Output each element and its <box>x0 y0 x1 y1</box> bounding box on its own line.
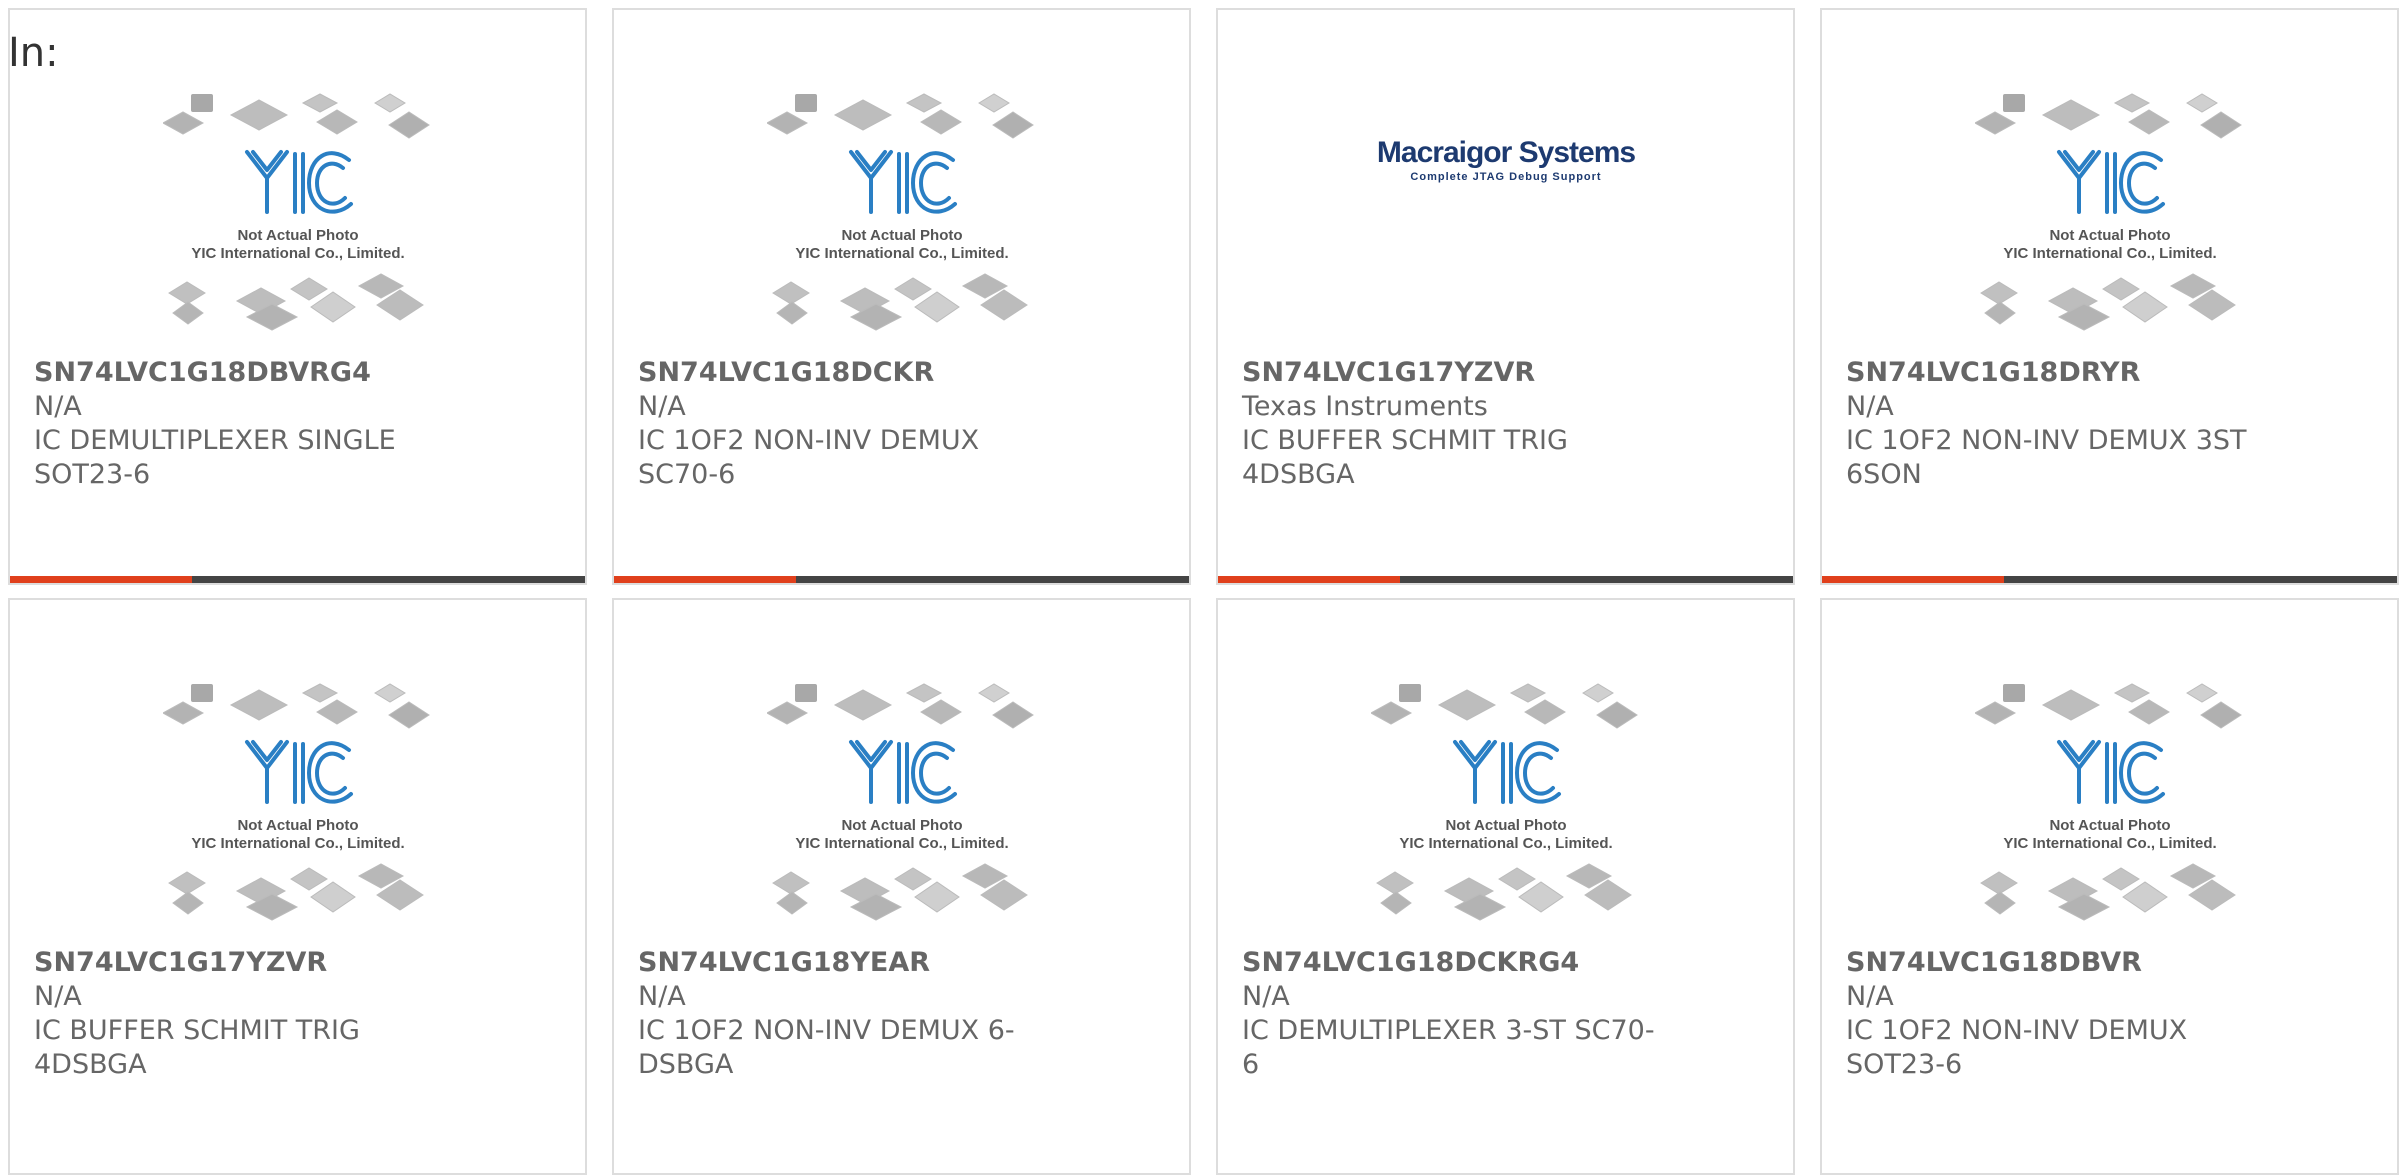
chip-cluster-icon <box>162 683 430 729</box>
chip-cluster-icon <box>1974 683 2242 729</box>
chip-cluster-icon <box>1979 273 2236 331</box>
macraigor-logo: Macraigor Systems Complete JTAG Debug Sup… <box>1376 136 1635 183</box>
macraigor-title: Macraigor Systems <box>1376 136 1634 169</box>
chip-cluster-icon <box>1370 683 1638 729</box>
product-photo[interactable]: Not Actual Photo YIC International Co., L… <box>1822 92 2397 362</box>
description: IC BUFFER SCHMIT TRIG 4DSBGA <box>1242 425 1568 490</box>
yic-mark-icon <box>244 150 353 214</box>
description: IC 1OF2 NON-INV DEMUX SOT23-6 <box>1846 1015 2188 1080</box>
part-number[interactable]: SN74LVC1G17YZVR <box>34 946 565 980</box>
description: IC 1OF2 NON-INV DEMUX 6-DSBGA <box>638 1015 1015 1080</box>
yic-mark-icon <box>2056 740 2165 804</box>
product-card[interactable]: Not Actual Photo YIC International Co., L… <box>612 8 1191 585</box>
product-photo[interactable]: Not Actual Photo YIC International Co., L… <box>10 682 585 952</box>
part-number[interactable]: SN74LVC1G18DCKRG4 <box>1242 946 1773 980</box>
card-bar <box>10 576 585 583</box>
product-card[interactable]: Not Actual Photo YIC International Co., L… <box>1820 8 2399 585</box>
not-actual-photo-text: Not Actual Photo <box>237 227 358 244</box>
yic-logo-placeholder: Not Actual PhotoYIC International Co., L… <box>1974 93 2242 331</box>
chip-cluster-icon <box>167 273 424 331</box>
company-text: YIC International Co., Limited. <box>2003 835 2216 852</box>
chip-cluster-icon <box>1375 863 1632 921</box>
product-card[interactable]: Not Actual Photo YIC International Co., L… <box>8 598 587 1175</box>
yic-logo-placeholder: Not Actual PhotoYIC International Co., L… <box>1974 683 2242 921</box>
company-text: YIC International Co., Limited. <box>795 835 1008 852</box>
company-text: YIC International Co., Limited. <box>2003 245 2216 262</box>
chip-cluster-icon <box>766 93 1034 139</box>
product-photo[interactable]: Not Actual Photo YIC International Co., L… <box>614 92 1189 362</box>
yic-mark-icon <box>2056 150 2165 214</box>
company-text: YIC International Co., Limited. <box>191 835 404 852</box>
company-text: YIC International Co., Limited. <box>1399 835 1612 852</box>
not-actual-photo-text: Not Actual Photo <box>1445 817 1566 834</box>
chip-cluster-icon <box>167 863 424 921</box>
company-text: YIC International Co., Limited. <box>191 245 404 262</box>
card-bar <box>1218 576 1793 583</box>
not-actual-photo-text: Not Actual Photo <box>2049 817 2170 834</box>
not-actual-photo-text: Not Actual Photo <box>841 227 962 244</box>
part-number[interactable]: SN74LVC1G18DBVR <box>1846 946 2377 980</box>
card-bar <box>1822 576 2397 583</box>
description: IC DEMULTIPLEXER SINGLE SOT23-6 <box>34 425 396 490</box>
not-actual-photo-text: Not Actual Photo <box>841 817 962 834</box>
company-text: YIC International Co., Limited. <box>795 245 1008 262</box>
description: IC BUFFER SCHMIT TRIG 4DSBGA <box>34 1015 360 1080</box>
manufacturer: Texas Instruments <box>1242 391 1488 422</box>
manufacturer: N/A <box>34 391 82 422</box>
card-bar <box>614 576 1189 583</box>
macraigor-tagline: Complete JTAG Debug Support <box>1410 171 1601 183</box>
manufacturer: N/A <box>1242 981 1290 1012</box>
manufacturer: N/A <box>638 981 686 1012</box>
yic-mark-icon <box>848 150 957 214</box>
chip-cluster-icon <box>1979 863 2236 921</box>
product-photo[interactable]: Macraigor Systems Complete JTAG Debug Sup… <box>1218 92 1793 362</box>
manufacturer: N/A <box>34 981 82 1012</box>
product-card[interactable]: Not Actual Photo YIC International Co., L… <box>1820 598 2399 1175</box>
product-card[interactable]: Macraigor Systems Complete JTAG Debug Sup… <box>1216 8 1795 585</box>
product-card[interactable]: Not Actual Photo YIC International Co., L… <box>8 8 587 585</box>
not-actual-photo-text: Not Actual Photo <box>2049 227 2170 244</box>
description: IC 1OF2 NON-INV DEMUX 3ST 6SON <box>1846 425 2247 490</box>
chip-cluster-icon <box>771 273 1028 331</box>
yic-mark-icon <box>1452 740 1561 804</box>
product-card[interactable]: Not Actual Photo YIC International Co., L… <box>1216 598 1795 1175</box>
part-number[interactable]: SN74LVC1G17YZVR <box>1242 356 1773 390</box>
yic-logo-placeholder: Not Actual PhotoYIC International Co., L… <box>766 683 1034 921</box>
manufacturer: N/A <box>1846 981 1894 1012</box>
part-number[interactable]: SN74LVC1G18DCKR <box>638 356 1169 390</box>
product-photo[interactable]: Not Actual Photo YIC International Co., L… <box>1218 682 1793 952</box>
yic-mark-icon <box>848 740 957 804</box>
manufacturer: N/A <box>638 391 686 422</box>
chip-cluster-icon <box>771 863 1028 921</box>
yic-logo-placeholder: Not Actual PhotoYIC International Co., L… <box>162 93 430 331</box>
product-card[interactable]: Not Actual Photo YIC International Co., L… <box>612 598 1191 1175</box>
description: IC DEMULTIPLEXER 3-ST SC70-6 <box>1242 1015 1655 1080</box>
chip-cluster-icon <box>162 93 430 139</box>
part-number[interactable]: SN74LVC1G18DRYR <box>1846 356 2377 390</box>
not-actual-photo-text: Not Actual Photo <box>237 817 358 834</box>
product-photo[interactable]: Not Actual Photo YIC International Co., L… <box>1822 682 2397 952</box>
yic-logo-placeholder: Not Actual PhotoYIC International Co., L… <box>766 93 1034 331</box>
part-number[interactable]: SN74LVC1G18YEAR <box>638 946 1169 980</box>
part-number[interactable]: SN74LVC1G18DBVRG4 <box>34 356 565 390</box>
yic-logo-placeholder: Not Actual PhotoYIC International Co., L… <box>162 683 430 921</box>
in-label: In: <box>8 30 59 76</box>
chip-cluster-icon <box>766 683 1034 729</box>
product-photo[interactable]: Not Actual Photo YIC International Co., L… <box>614 682 1189 952</box>
yic-mark-icon <box>244 740 353 804</box>
manufacturer: N/A <box>1846 391 1894 422</box>
product-photo[interactable]: Not Actual Photo YIC International Co., L… <box>10 92 585 362</box>
description: IC 1OF2 NON-INV DEMUX SC70-6 <box>638 425 980 490</box>
yic-logo-placeholder: Not Actual PhotoYIC International Co., L… <box>1370 683 1638 921</box>
chip-cluster-icon <box>1974 93 2242 139</box>
